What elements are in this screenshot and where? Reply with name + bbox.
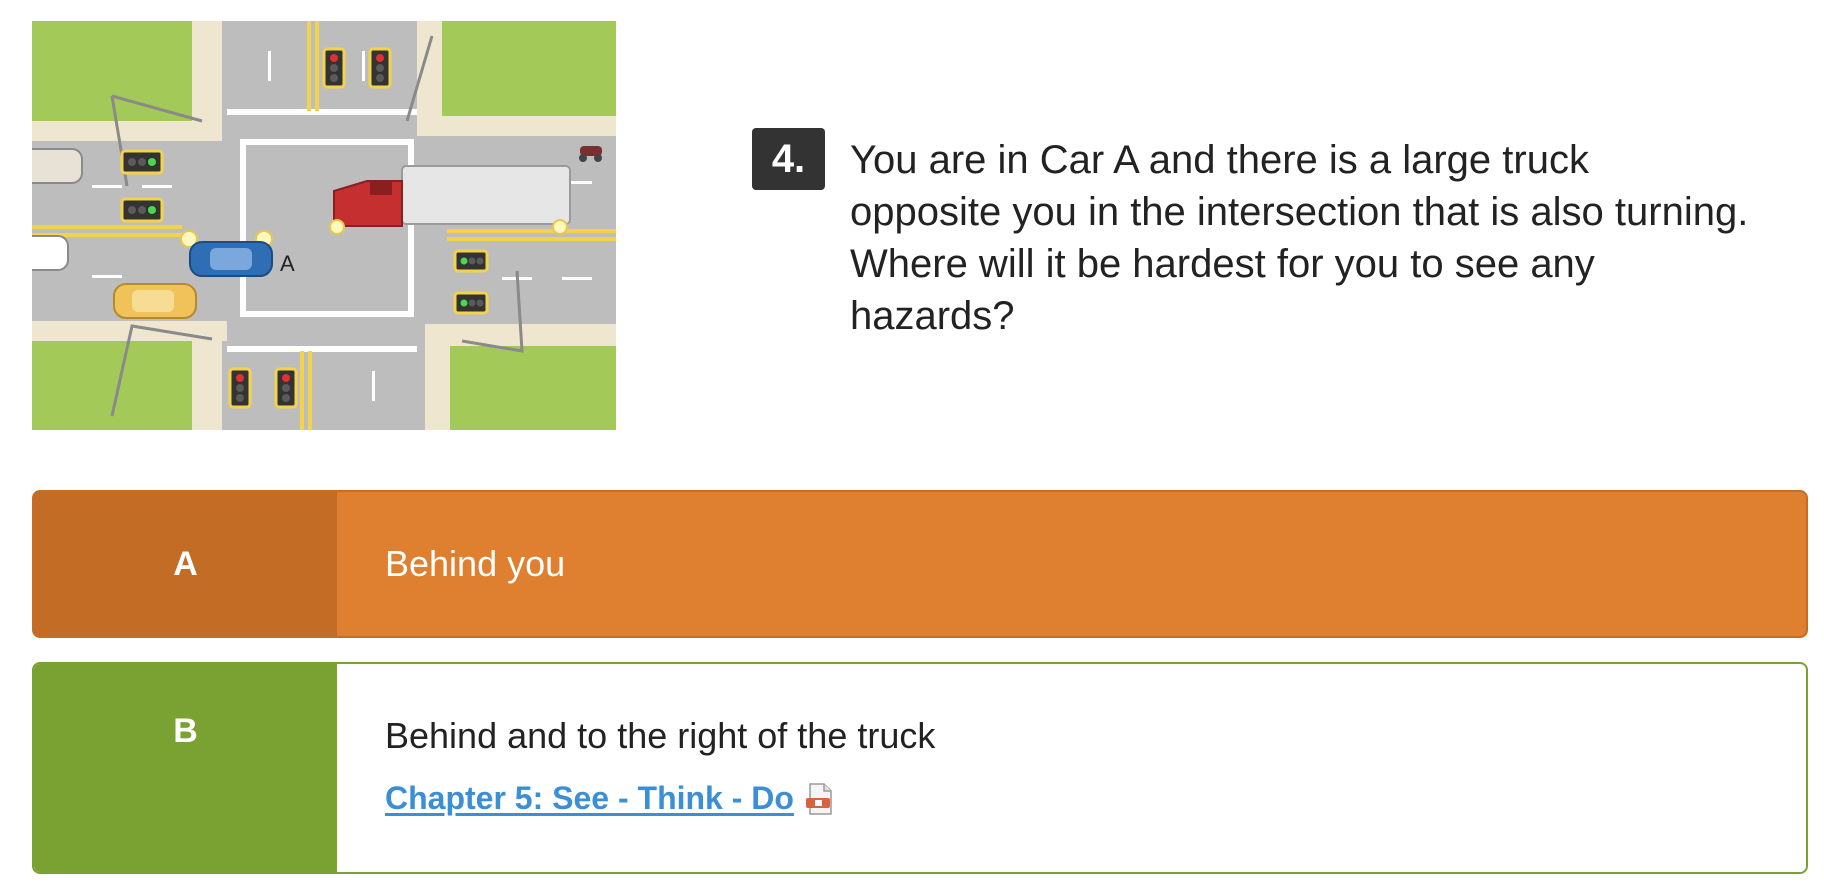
answer-text-a: Behind you: [385, 543, 566, 584]
pdf-document-icon[interactable]: [804, 782, 836, 816]
question-text: You are in Car A and there is a large tr…: [850, 138, 1749, 338]
answer-letter-a: A: [34, 492, 337, 636]
answer-letter-b: B: [34, 664, 337, 872]
intersection-illustration: A: [32, 21, 616, 430]
answer-text-b: Behind and to the right of the truck: [385, 715, 936, 756]
car-a-label: A: [280, 251, 295, 276]
answer-option-b[interactable]: B Behind and to the right of the truck C…: [32, 662, 1808, 874]
reference-row: Chapter 5: See - Think - Do: [385, 780, 1806, 817]
question-number-badge: 4.: [752, 128, 825, 190]
answer-option-a[interactable]: A Behind you: [32, 490, 1808, 638]
chapter-reference-link[interactable]: Chapter 5: See - Think - Do: [385, 780, 794, 817]
